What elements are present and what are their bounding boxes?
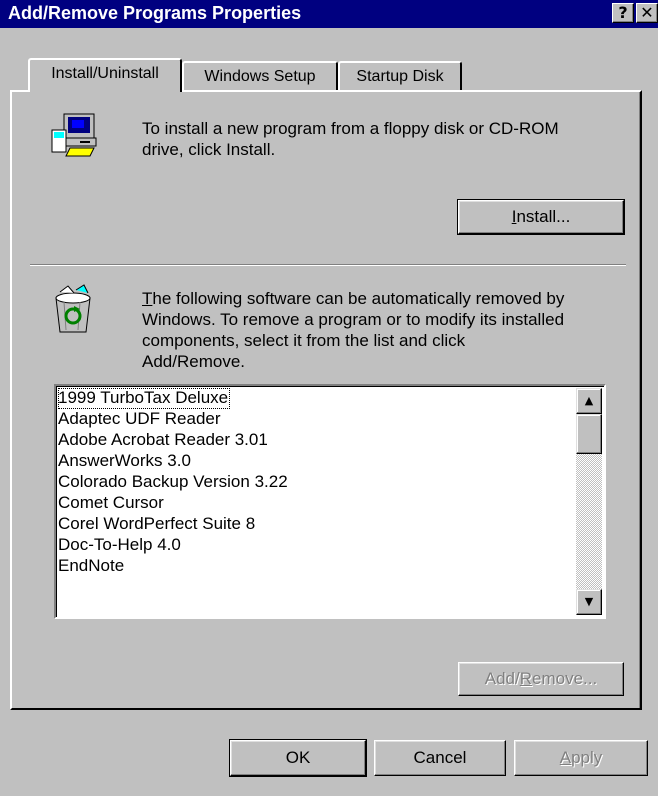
remove-text-line4: Add/Remove. [142, 352, 245, 371]
help-button[interactable]: ? [612, 3, 634, 23]
install-button[interactable]: Install... [457, 199, 625, 235]
ok-button[interactable]: OK [229, 739, 367, 777]
section-divider [30, 264, 626, 266]
ok-label: OK [285, 748, 311, 767]
dialog-window: Add/Remove Programs Properties ? ✕ Insta… [0, 0, 658, 796]
tab-startup-disk[interactable]: Startup Disk [338, 61, 462, 91]
cancel-button[interactable]: Cancel [374, 740, 506, 776]
install-instructions: To install a new program from a floppy d… [142, 118, 622, 160]
add-remove-button[interactable]: Add/Remove... [458, 662, 624, 696]
add-remove-label-post: emove... [532, 669, 598, 688]
list-item[interactable]: Colorado Backup Version 3.22 [58, 472, 288, 493]
list-item[interactable]: Adaptec UDF Reader [58, 409, 221, 430]
list-item[interactable]: EndNote [58, 556, 124, 577]
tab-label: Windows Setup [204, 68, 316, 85]
computer-disk-icon [50, 108, 100, 158]
add-remove-mnemonic: R [519, 669, 533, 688]
window-title: Add/Remove Programs Properties [8, 3, 302, 23]
install-text-line2: drive, click Install. [142, 140, 276, 159]
title-bar[interactable]: Add/Remove Programs Properties ? ✕ [0, 0, 658, 28]
tab-label: Install/Uninstall [51, 65, 159, 82]
list-item[interactable]: Comet Cursor [58, 493, 164, 514]
install-text-line1: To install a new program from a floppy d… [142, 119, 559, 138]
apply-button[interactable]: Apply [514, 740, 648, 776]
program-listbox[interactable]: 1999 TurboTax Deluxe Adaptec UDF Reader … [54, 384, 606, 619]
apply-mnemonic: A [559, 748, 572, 767]
vertical-scrollbar[interactable]: ▲ ▼ [576, 388, 602, 615]
recycle-bin-icon [50, 284, 96, 336]
list-item[interactable]: AnswerWorks 3.0 [58, 451, 191, 472]
apply-label-rest: pply [571, 748, 603, 767]
remove-text-line1-rest: he following software can be automatical… [152, 289, 565, 308]
remove-instructions: The following software can be automatica… [142, 288, 622, 372]
tab-windows-setup[interactable]: Windows Setup [182, 61, 338, 91]
tab-panel: To install a new program from a floppy d… [10, 90, 642, 710]
remove-mnemonic: T [142, 289, 153, 308]
remove-text-line3: components, select it from the list and … [142, 331, 466, 350]
add-remove-label-pre: Add/ [484, 669, 520, 688]
list-item[interactable]: Corel WordPerfect Suite 8 [58, 514, 255, 535]
list-item[interactable]: 1999 TurboTax Deluxe [58, 388, 231, 409]
list-item[interactable]: Adobe Acrobat Reader 3.01 [58, 430, 268, 451]
remove-text-line1: The following software can be automatica… [142, 288, 622, 309]
remove-text-line2: Windows. To remove a program or to modif… [142, 310, 565, 329]
tab-install-uninstall[interactable]: Install/Uninstall [28, 58, 182, 92]
scroll-up-arrow-icon[interactable]: ▲ [576, 388, 602, 414]
tab-label: Startup Disk [356, 68, 444, 85]
panel-edge [639, 92, 640, 708]
scroll-down-arrow-icon[interactable]: ▼ [576, 589, 602, 615]
scrollbar-thumb[interactable] [576, 414, 602, 454]
install-label-rest: nstall... [516, 207, 571, 226]
close-button[interactable]: ✕ [636, 3, 658, 23]
cancel-label: Cancel [413, 748, 467, 767]
list-item[interactable]: Doc-To-Help 4.0 [58, 535, 181, 556]
